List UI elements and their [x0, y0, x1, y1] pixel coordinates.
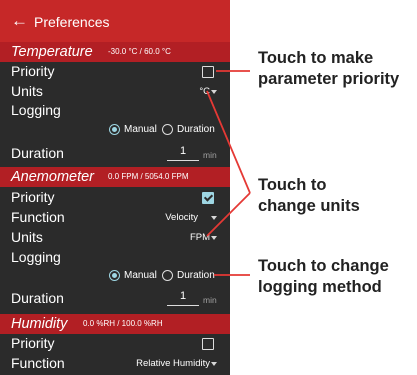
anemometer-function-select[interactable]: Velocity: [165, 212, 198, 223]
arrow-left-icon[interactable]: ←: [11, 11, 28, 31]
row-label: Duration: [11, 145, 64, 161]
units-annotation: Touch to change units: [258, 175, 360, 217]
row-label: Duration: [11, 290, 64, 306]
humidity-function-select[interactable]: Relative Humidity: [136, 358, 210, 369]
row-label: Logging: [11, 249, 61, 265]
anemometer-units-row[interactable]: Units FPM: [0, 228, 230, 248]
app-bar-title: Preferences: [34, 14, 110, 30]
caret-down-icon: [211, 362, 217, 366]
annotation-line: parameter priority: [258, 70, 400, 88]
range-text: 0.0 %RH / 100.0 %RH: [83, 319, 163, 328]
preferences-screen: ← Preferences Temperature -30.0 °C / 60.…: [0, 0, 230, 375]
range-text: -30.0 °C / 60.0 °C: [108, 47, 171, 56]
anemometer-logging-radio-group: Manual Duration: [0, 268, 230, 284]
row-label: Priority: [11, 189, 55, 205]
section-title: Anemometer: [11, 169, 95, 185]
app-bar: ← Preferences: [0, 0, 230, 42]
anemometer-units-select[interactable]: FPM: [190, 232, 210, 243]
anemometer-logging-duration-radio[interactable]: [162, 270, 173, 281]
anemometer-duration-input[interactable]: 1: [167, 289, 199, 306]
annotation-line: change units: [258, 197, 360, 215]
row-label: Priority: [11, 63, 55, 79]
row-label: Units: [11, 83, 43, 99]
annotation-line: Touch to change: [258, 257, 389, 275]
section-header-temperature: Temperature -30.0 °C / 60.0 °C: [0, 42, 230, 62]
row-label: Units: [11, 229, 43, 245]
section-header-humidity: Humidity 0.0 %RH / 100.0 %RH: [0, 314, 230, 334]
temperature-priority-row[interactable]: Priority: [0, 62, 230, 82]
temperature-logging-manual-radio[interactable]: [109, 124, 120, 135]
temperature-units-row[interactable]: Units °C: [0, 82, 230, 102]
range-text: 0.0 FPM / 5054.0 FPM: [108, 172, 189, 181]
section-header-anemometer: Anemometer 0.0 FPM / 5054.0 FPM: [0, 167, 230, 187]
radio-label: Manual: [124, 270, 157, 281]
row-label: Priority: [11, 335, 55, 351]
section-title: Temperature: [11, 44, 93, 60]
temperature-logging-radio-group: Manual Duration: [0, 122, 230, 138]
temperature-priority-checkbox[interactable]: [202, 66, 214, 78]
row-label: Function: [11, 209, 65, 225]
duration-unit: min: [203, 295, 217, 305]
section-title: Humidity: [11, 316, 68, 332]
temperature-duration-input[interactable]: 1: [167, 144, 199, 161]
row-label: Function: [11, 355, 65, 371]
annotation-line: Touch to: [258, 176, 327, 194]
humidity-priority-row[interactable]: Priority: [0, 334, 230, 354]
humidity-priority-checkbox[interactable]: [202, 338, 214, 350]
anemometer-priority-row[interactable]: Priority: [0, 188, 230, 208]
row-label: Logging: [11, 102, 61, 118]
duration-unit: min: [203, 150, 217, 160]
anemometer-function-row[interactable]: Function Velocity: [0, 208, 230, 228]
radio-label: Duration: [177, 270, 215, 281]
caret-down-icon: [211, 216, 217, 220]
temperature-units-select[interactable]: °C: [199, 86, 210, 97]
caret-down-icon: [211, 236, 217, 240]
temperature-logging-row: Logging: [0, 101, 230, 121]
annotation-line: logging method: [258, 278, 382, 296]
anemometer-logging-row: Logging: [0, 248, 230, 268]
anemometer-duration-row: Duration 1 min: [0, 289, 230, 309]
anemometer-logging-manual-radio[interactable]: [109, 270, 120, 281]
temperature-duration-row: Duration 1 min: [0, 144, 230, 164]
logging-annotation: Touch to change logging method: [258, 256, 389, 298]
annotation-line: Touch to make: [258, 49, 374, 67]
humidity-function-row[interactable]: Function Relative Humidity: [0, 354, 230, 374]
radio-label: Duration: [177, 124, 215, 135]
temperature-logging-duration-radio[interactable]: [162, 124, 173, 135]
caret-down-icon: [211, 90, 217, 94]
priority-annotation: Touch to make parameter priority: [258, 48, 399, 90]
radio-label: Manual: [124, 124, 157, 135]
anemometer-priority-checkbox[interactable]: [202, 192, 214, 204]
